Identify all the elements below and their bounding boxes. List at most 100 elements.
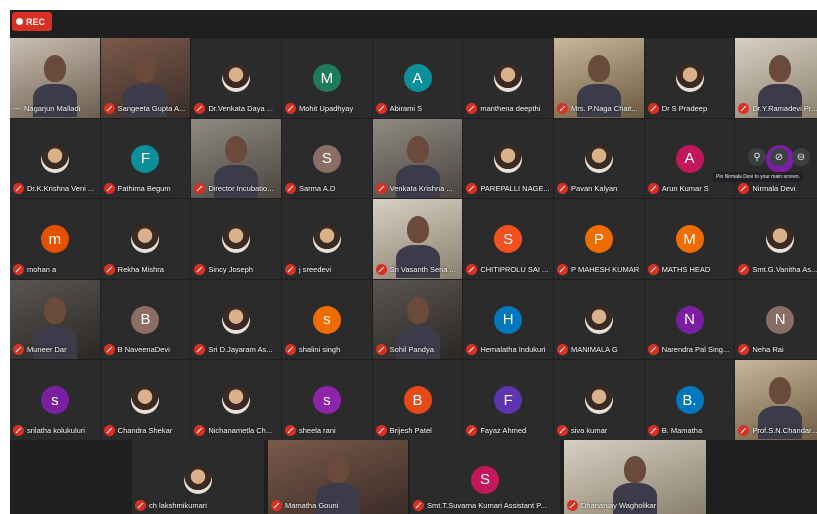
participant-label: Abirami S — [375, 102, 422, 115]
participant-name: Rekha Mishra — [117, 264, 164, 274]
participant-label: Venkata Krishna ... — [375, 182, 453, 195]
participant-tile[interactable]: m mohan a — [10, 199, 100, 279]
participant-tile[interactable]: H Hemalatha Indukuri — [463, 279, 553, 359]
participant-tile[interactable]: B B NaveenaDevi — [100, 279, 191, 359]
participant-label: Mohit Upadhyay — [285, 102, 353, 115]
participant-tile[interactable]: s sheela rani — [282, 360, 372, 440]
participant-tile[interactable]: M MATHS HEAD — [644, 199, 735, 279]
participant-tile[interactable]: j sreedevi — [282, 199, 372, 279]
participant-name: Nagarjun Malladi — [24, 103, 81, 113]
participant-tile[interactable]: Sohil Pandya — [372, 279, 463, 359]
participant-label: Rekha Mishra — [103, 263, 164, 276]
remove-icon[interactable]: ⊖ — [792, 148, 810, 166]
avatar-photo — [222, 305, 251, 334]
participant-tile[interactable]: N Neha Rai — [735, 279, 817, 359]
participant-tile[interactable]: Venkata Krishna ... — [372, 118, 463, 198]
video-person-head — [327, 456, 349, 483]
participant-tile[interactable]: S CHITIPROLU SAI ... — [463, 199, 553, 279]
avatar-letter: A — [675, 144, 704, 173]
mic-muted-icon — [375, 344, 387, 355]
avatar-letter: B. — [675, 386, 704, 414]
participant-tile[interactable]: B Brijesh Patel — [372, 360, 463, 440]
participant-tile[interactable]: Director Incubatio... — [191, 118, 281, 198]
participant-name: Dr.Venkata Daya ... — [208, 103, 273, 113]
avatar-letter: B — [403, 386, 432, 414]
participant-name: Sohil Pandya — [389, 345, 434, 354]
participant-tile[interactable]: Sangeeta Gupta A... — [100, 38, 191, 118]
participant-tile[interactable]: s shalini singh — [282, 279, 372, 359]
mic-muted-icon — [194, 263, 206, 275]
mic-muted-icon — [466, 344, 478, 355]
participant-tile[interactable]: Dhananjay Wagholikar — [564, 439, 706, 514]
avatar-photo — [40, 144, 69, 173]
mic-muted-icon — [557, 344, 569, 355]
participant-tile[interactable]: Prof.S.N.Chandar... — [735, 360, 817, 440]
avatar-letter: N — [675, 305, 704, 334]
mic-muted-icon — [557, 183, 569, 194]
participant-tile[interactable]: Chandra Shekar — [100, 360, 191, 440]
participant-tile[interactable]: Sincy Joseph — [191, 199, 281, 279]
participant-tile[interactable]: Dr.Venkata Daya ... — [191, 38, 281, 118]
participant-label: Smt.T.Suvarna Kumari Assistant P... — [413, 499, 547, 512]
pin-icon[interactable]: ⚲ — [748, 148, 766, 166]
avatar-letter: P — [584, 225, 613, 253]
participant-label: Fayaz Ahmed — [466, 424, 526, 437]
participant-name: Nichanametla Ch... — [208, 425, 273, 435]
participant-tile[interactable]: S Sarma A.D — [282, 118, 372, 198]
participant-label: siva kumar — [557, 424, 607, 437]
participant-name: Mamatha Gouni — [285, 500, 339, 510]
participant-name: Hemalatha Indukuri — [480, 345, 546, 354]
participant-tile[interactable]: A Abirami S — [372, 38, 463, 118]
participant-tile[interactable]: ch lakshmikumari — [132, 439, 264, 514]
participant-label: Dr.K.Krishna Veni ... — [13, 182, 94, 195]
participant-tile[interactable]: F Fathima Begum — [100, 118, 191, 198]
participant-tile[interactable]: MANIMALA G — [554, 279, 644, 359]
participant-tile[interactable]: P P MAHESH KUMAR — [554, 199, 644, 279]
participant-tile[interactable]: Dr S Pradeep — [644, 38, 735, 118]
participant-name: Muneer Dar — [27, 345, 67, 354]
mic-muted-icon — [13, 344, 24, 355]
participant-label: Arun Kumar S — [647, 182, 709, 195]
participant-label: Muneer Dar — [13, 343, 67, 356]
participant-tile[interactable]: Smt.G.Vanitha As... — [735, 199, 817, 279]
mic-off-icon[interactable]: ⊘ — [770, 148, 788, 166]
participant-label: Nichanametla Ch... — [194, 424, 272, 437]
participant-tile[interactable]: PAREPALLI NAGE... — [463, 118, 553, 198]
participant-name: Dr.Y.Ramadevi Pr... — [752, 103, 817, 113]
participant-tile[interactable]: Dr.K.Krishna Veni ... — [10, 118, 100, 198]
participant-tile[interactable]: S Smt.T.Suvarna Kumari Assistant P... — [410, 439, 560, 514]
participant-tile[interactable]: siva kumar — [554, 360, 644, 440]
participant-tile[interactable]: F Fayaz Ahmed — [463, 360, 553, 440]
participant-tile[interactable]: s srilatha kolukuluri — [10, 360, 100, 440]
participant-tile[interactable]: Sri Vasanth Sena ... — [372, 199, 463, 279]
participant-tile[interactable]: A Arun Kumar S — [644, 118, 735, 198]
participant-name: Nirmala Devi — [752, 184, 796, 193]
participant-label: Director Incubatio... — [194, 182, 273, 195]
tile-hover-controls: ⚲ ⊘ ⊖ — [748, 146, 810, 168]
participant-tile[interactable]: Dr.Y.Ramadevi Pr... — [735, 38, 817, 118]
participant-tile[interactable]: Mamatha Gouni — [268, 439, 408, 514]
avatar-photo — [222, 64, 251, 92]
participant-label: Pavan Kalyan — [557, 182, 617, 195]
avatar-letter: A — [403, 64, 432, 92]
avatar-letter: s — [312, 305, 341, 334]
participant-tile[interactable]: Nichanametla Ch... — [191, 360, 281, 440]
participant-tile[interactable]: Pavan Kalyan — [554, 118, 644, 198]
participant-tile[interactable]: Sri D.Jayaram As... — [191, 279, 281, 359]
participant-label: Brijesh Patel — [375, 424, 432, 437]
more-options-icon[interactable]: ⋯ — [13, 104, 21, 113]
participant-tile[interactable]: Muneer Dar — [10, 279, 100, 359]
mic-muted-icon — [194, 424, 206, 436]
participant-label: ⋯ Nagarjun Malladi — [13, 102, 80, 115]
participant-tile[interactable]: Mrs. P.Naga Chait... — [554, 38, 644, 118]
mic-muted-icon — [271, 499, 282, 511]
participant-tile[interactable]: Rekha Mishra — [100, 199, 191, 279]
participant-tile[interactable]: ⋯ Nagarjun Malladi — [10, 38, 100, 118]
participant-name: Dr S Pradeep — [661, 103, 708, 113]
mic-muted-icon — [647, 263, 659, 275]
participant-label: Neha Rai — [738, 343, 784, 356]
participant-tile[interactable]: N Narendra Pal Sing... — [644, 279, 735, 359]
participant-tile[interactable]: manthena deepthi — [463, 38, 553, 118]
participant-tile[interactable]: M Mohit Upadhyay — [282, 38, 372, 118]
participant-tile[interactable]: B. B. Mamatha — [644, 360, 735, 440]
